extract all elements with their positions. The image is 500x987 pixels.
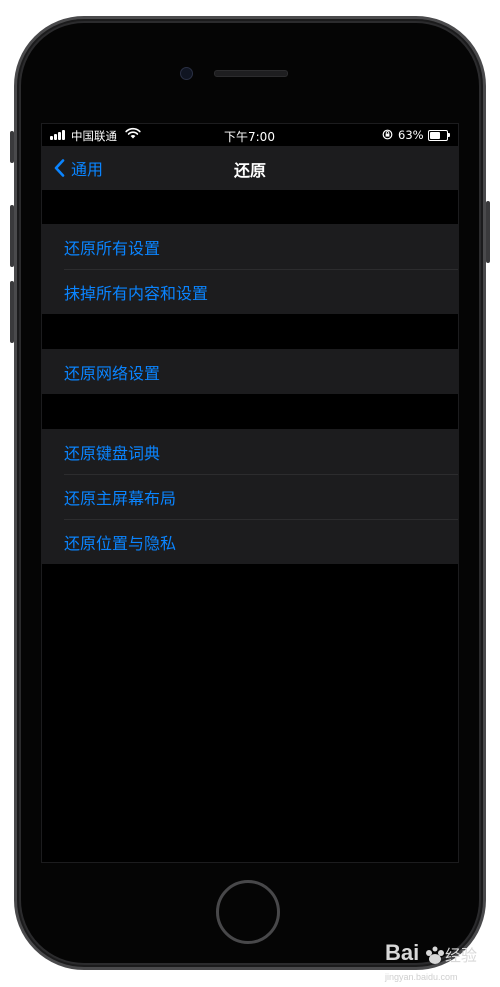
status-bar: 中国联通 下午7:00 63% [42,124,458,146]
signal-icon [50,130,68,140]
screen: 中国联通 下午7:00 63% 通用 还原 还原所有设置 抹掉所有内容和设置 还… [41,123,459,863]
wifi-icon [125,127,141,139]
volume-up-button [10,205,14,267]
baidu-jingyan-logo: Bai 经验 [385,940,477,965]
battery-fill [430,132,441,139]
reset-network-settings-row[interactable]: 还原网络设置 [42,349,458,394]
volume-down-button [10,281,14,343]
page-title: 还原 [233,161,266,180]
reset-location-privacy-row[interactable]: 还原位置与隐私 [42,519,458,564]
battery-icon [428,130,448,141]
row-label: 还原位置与隐私 [64,533,177,553]
svg-text:经验: 经验 [445,946,477,965]
reset-keyboard-dictionary-row[interactable]: 还原键盘词典 [42,429,458,474]
earpiece-speaker [214,70,288,77]
row-label: 还原主屏幕布局 [64,488,177,508]
battery-percent: 63% [398,128,424,142]
front-camera [180,67,193,80]
carrier-label: 中国联通 [71,129,117,143]
settings-group-3: 还原键盘词典 还原主屏幕布局 还原位置与隐私 [42,429,458,564]
battery-tip [448,133,450,137]
clock: 下午7:00 [224,130,275,144]
reset-home-screen-layout-row[interactable]: 还原主屏幕布局 [42,474,458,519]
reset-all-settings-row[interactable]: 还原所有设置 [42,224,458,269]
row-label: 还原键盘词典 [64,443,161,463]
row-label: 还原所有设置 [64,238,161,258]
settings-group-1: 还原所有设置 抹掉所有内容和设置 [42,224,458,314]
power-button [486,201,490,263]
orientation-lock-icon [382,129,393,140]
row-label: 抹掉所有内容和设置 [64,283,209,303]
navigation-bar: 通用 还原 [42,146,458,190]
mute-switch [10,131,14,163]
watermark: Bai 经验 jingyan.baidu.com [385,930,500,985]
row-label: 还原网络设置 [64,363,161,383]
erase-all-content-row[interactable]: 抹掉所有内容和设置 [42,269,458,314]
settings-group-2: 还原网络设置 [42,349,458,394]
watermark-url: jingyan.baidu.com [385,972,458,982]
svg-text:Bai: Bai [385,940,419,965]
home-button[interactable] [216,880,280,944]
